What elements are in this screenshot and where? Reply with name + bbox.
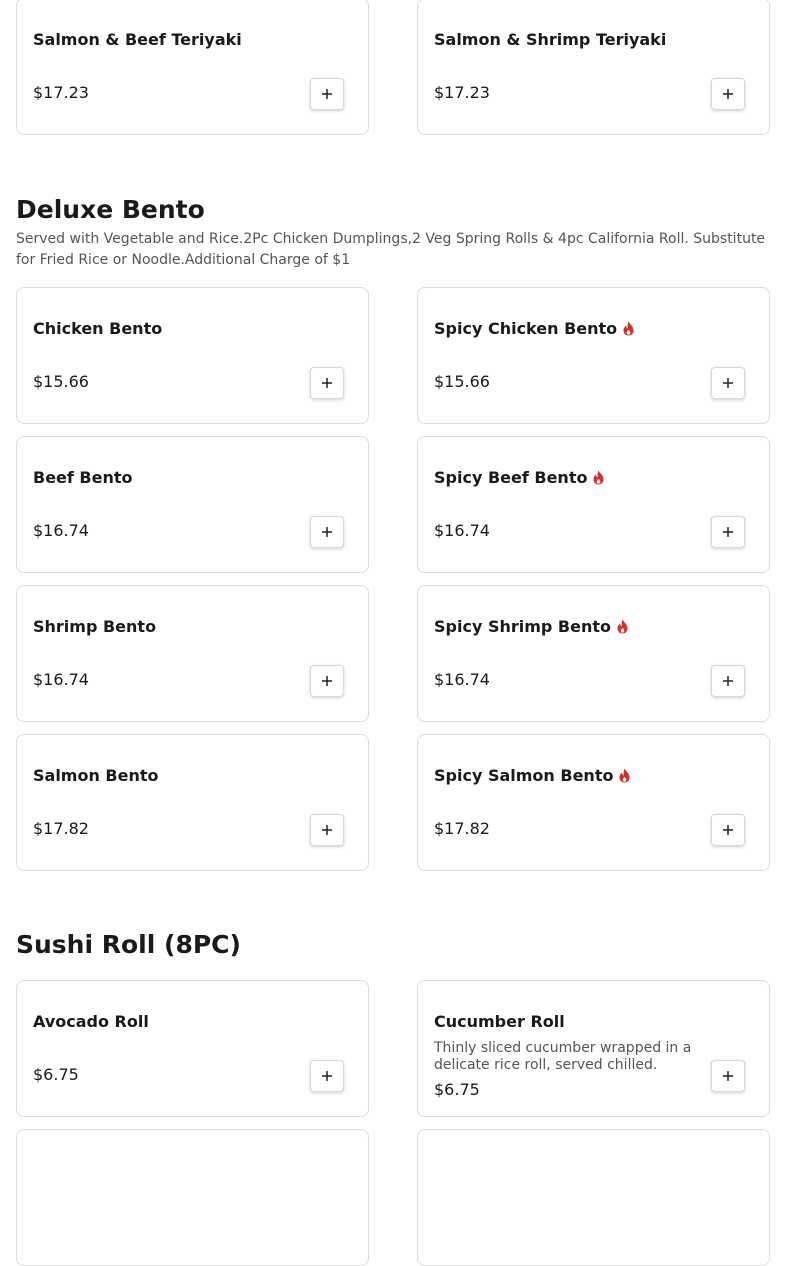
add-to-cart-button[interactable] bbox=[711, 665, 745, 697]
plus-icon bbox=[322, 378, 332, 388]
item-name: Spicy Beef Bento bbox=[434, 468, 605, 487]
menu-item-card[interactable]: Spicy Salmon Bento $17.82 bbox=[417, 734, 770, 871]
item-name: Chicken Bento bbox=[33, 319, 163, 338]
plus-icon bbox=[322, 1071, 332, 1081]
add-to-cart-button[interactable] bbox=[711, 516, 745, 548]
plus-icon bbox=[723, 527, 733, 537]
item-price: $16.74 bbox=[434, 670, 490, 689]
plus-icon bbox=[723, 825, 733, 835]
add-to-cart-button[interactable] bbox=[310, 1060, 344, 1092]
plus-icon bbox=[723, 1071, 733, 1081]
item-price: $6.75 bbox=[33, 1065, 79, 1084]
add-to-cart-button[interactable] bbox=[711, 367, 745, 399]
menu-item-card[interactable]: Chicken Bento $15.66 bbox=[16, 287, 369, 424]
section-title: Deluxe Bento bbox=[16, 195, 205, 224]
item-name: Spicy Chicken Bento bbox=[434, 319, 635, 338]
item-price: $16.74 bbox=[434, 521, 490, 540]
item-price: $17.23 bbox=[434, 83, 490, 102]
section-description: Served with Vegetable and Rice.2Pc Chick… bbox=[16, 231, 766, 268]
item-name: Salmon & Beef Teriyaki bbox=[33, 30, 242, 49]
item-name: Salmon Bento bbox=[33, 766, 159, 785]
add-to-cart-button[interactable] bbox=[310, 367, 344, 399]
plus-icon bbox=[723, 378, 733, 388]
add-to-cart-button[interactable] bbox=[310, 665, 344, 697]
item-name: Spicy Shrimp Bento bbox=[434, 617, 629, 636]
section-title: Sushi Roll (8PC) bbox=[16, 930, 241, 959]
menu-item-card[interactable]: Spicy Chicken Bento $15.66 bbox=[417, 287, 770, 424]
flame-icon bbox=[593, 470, 604, 485]
item-name: Shrimp Bento bbox=[33, 617, 157, 636]
menu-item-card[interactable]: Beef Bento $16.74 bbox=[16, 436, 369, 573]
menu-item-card[interactable]: Salmon & Shrimp Teriyaki $17.23 bbox=[417, 0, 770, 135]
menu-item-card[interactable]: Shrimp Bento $16.74 bbox=[16, 585, 369, 722]
item-name: Salmon & Shrimp Teriyaki bbox=[434, 30, 667, 49]
add-to-cart-button[interactable] bbox=[711, 1060, 745, 1092]
menu-item-card[interactable]: Spicy Beef Bento $16.74 bbox=[417, 436, 770, 573]
item-price: $16.74 bbox=[33, 670, 89, 689]
add-to-cart-button[interactable] bbox=[310, 814, 344, 846]
item-price: $6.75 bbox=[434, 1080, 480, 1099]
add-to-cart-button[interactable] bbox=[711, 78, 745, 110]
plus-icon bbox=[322, 676, 332, 686]
menu-item-card[interactable]: Cucumber Roll Thinly sliced cucumber wra… bbox=[417, 980, 770, 1117]
item-price: $16.74 bbox=[33, 521, 89, 540]
flame-icon bbox=[623, 321, 634, 336]
plus-icon bbox=[723, 89, 733, 99]
add-to-cart-button[interactable] bbox=[711, 814, 745, 846]
menu-item-card[interactable] bbox=[16, 1129, 369, 1266]
item-price: $15.66 bbox=[33, 372, 89, 391]
menu-item-card[interactable]: Spicy Shrimp Bento $16.74 bbox=[417, 585, 770, 722]
item-name: Cucumber Roll bbox=[434, 1012, 565, 1031]
item-name: Beef Bento bbox=[33, 468, 133, 487]
flame-icon bbox=[617, 619, 628, 634]
add-to-cart-button[interactable] bbox=[310, 78, 344, 110]
plus-icon bbox=[322, 825, 332, 835]
plus-icon bbox=[322, 89, 332, 99]
item-price: $15.66 bbox=[434, 372, 490, 391]
item-description: Thinly sliced cucumber wrapped in a deli… bbox=[434, 1040, 692, 1073]
plus-icon bbox=[322, 527, 332, 537]
item-name: Avocado Roll bbox=[33, 1012, 149, 1031]
plus-icon bbox=[723, 676, 733, 686]
add-to-cart-button[interactable] bbox=[310, 516, 344, 548]
flame-icon bbox=[619, 768, 630, 783]
menu-item-card[interactable]: Salmon & Beef Teriyaki $17.23 bbox=[16, 0, 369, 135]
item-price: $17.23 bbox=[33, 83, 89, 102]
item-price: $17.82 bbox=[33, 819, 89, 838]
menu-item-card[interactable]: Avocado Roll $6.75 bbox=[16, 980, 369, 1117]
item-name: Spicy Salmon Bento bbox=[434, 766, 631, 785]
menu-item-card[interactable]: Salmon Bento $17.82 bbox=[16, 734, 369, 871]
item-price: $17.82 bbox=[434, 819, 490, 838]
menu-item-card[interactable] bbox=[417, 1129, 770, 1266]
